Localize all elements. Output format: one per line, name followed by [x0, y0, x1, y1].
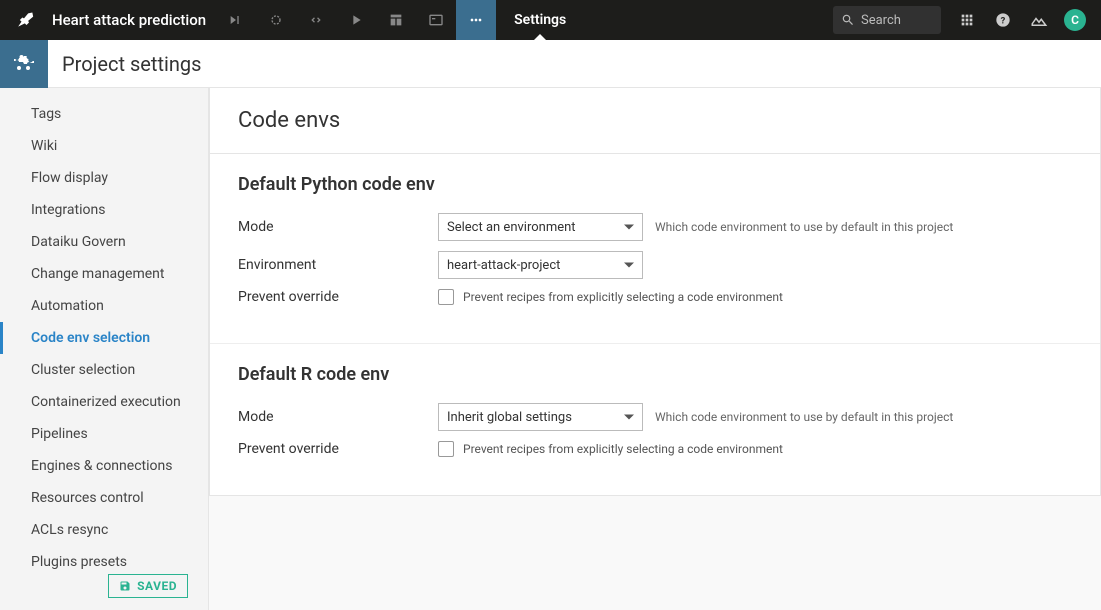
sidebar-item-containerized[interactable]: Containerized execution — [0, 386, 208, 418]
help-icon[interactable]: ? — [985, 0, 1021, 40]
sidebar-item-dataiku-govern[interactable]: Dataiku Govern — [0, 226, 208, 258]
search-box[interactable]: Search — [833, 6, 941, 34]
r-mode-label: Mode — [238, 409, 438, 425]
more-icon[interactable] — [456, 0, 496, 40]
py-override-label: Prevent override — [238, 289, 438, 305]
sidebar-item-integrations[interactable]: Integrations — [0, 194, 208, 226]
nav-tab-settings[interactable]: Settings — [496, 0, 584, 40]
sidebar-item-pipelines[interactable]: Pipelines — [0, 418, 208, 450]
sidebar: Tags Wiki Flow display Integrations Data… — [0, 88, 209, 610]
r-override-label: Prevent override — [238, 441, 438, 457]
py-mode-select[interactable]: Select an environment — [438, 213, 643, 241]
sidebar-item-tags[interactable]: Tags — [0, 98, 208, 130]
py-env-select[interactable]: heart-attack-project — [438, 251, 643, 279]
play-icon[interactable] — [336, 0, 376, 40]
page-title: Project settings — [48, 52, 201, 76]
saved-badge: SAVED — [108, 574, 188, 598]
topbar: Heart attack prediction Settings Search … — [0, 0, 1101, 40]
code-icon[interactable] — [296, 0, 336, 40]
app-logo[interactable] — [0, 0, 48, 40]
sidebar-item-flow-display[interactable]: Flow display — [0, 162, 208, 194]
r-override-checkbox[interactable] — [438, 441, 454, 457]
py-override-checkbox[interactable] — [438, 289, 454, 305]
subheader: Project settings — [0, 40, 1101, 88]
save-icon — [119, 580, 131, 592]
r-override-checkbox-label: Prevent recipes from explicitly selectin… — [463, 442, 783, 456]
flow-icon[interactable] — [216, 0, 256, 40]
section-title-r: Default R code env — [238, 364, 1072, 385]
settings-icon — [0, 40, 48, 88]
section-title-python: Default Python code env — [238, 174, 1072, 195]
sidebar-item-acls[interactable]: ACLs resync — [0, 514, 208, 546]
py-env-label: Environment — [238, 257, 438, 273]
sidebar-item-engines[interactable]: Engines & connections — [0, 450, 208, 482]
dashboard-icon[interactable] — [376, 0, 416, 40]
top-nav-icons — [216, 0, 496, 40]
sidebar-item-code-env[interactable]: Code env selection — [0, 322, 208, 354]
r-mode-select[interactable]: Inherit global settings — [438, 403, 643, 431]
section-r: Default R code env Mode Inherit global s… — [210, 344, 1100, 495]
py-mode-hint: Which code environment to use by default… — [655, 220, 953, 234]
activity-icon[interactable] — [1021, 0, 1057, 40]
user-avatar[interactable]: C — [1057, 0, 1093, 40]
content: Code envs Default Python code env Mode S… — [209, 88, 1101, 610]
webapp-icon[interactable] — [416, 0, 456, 40]
svg-text:?: ? — [1001, 15, 1006, 26]
project-title[interactable]: Heart attack prediction — [48, 11, 216, 29]
search-placeholder: Search — [861, 13, 901, 28]
sidebar-item-automation[interactable]: Automation — [0, 290, 208, 322]
section-python: Default Python code env Mode Select an e… — [210, 154, 1100, 344]
panel-title: Code envs — [210, 88, 1100, 154]
sidebar-item-wiki[interactable]: Wiki — [0, 130, 208, 162]
sidebar-item-resources[interactable]: Resources control — [0, 482, 208, 514]
sidebar-item-change-management[interactable]: Change management — [0, 258, 208, 290]
apps-icon[interactable] — [949, 0, 985, 40]
sidebar-item-cluster[interactable]: Cluster selection — [0, 354, 208, 386]
py-override-checkbox-label: Prevent recipes from explicitly selectin… — [463, 290, 783, 304]
recipe-icon[interactable] — [256, 0, 296, 40]
py-mode-label: Mode — [238, 219, 438, 235]
r-mode-hint: Which code environment to use by default… — [655, 410, 953, 424]
